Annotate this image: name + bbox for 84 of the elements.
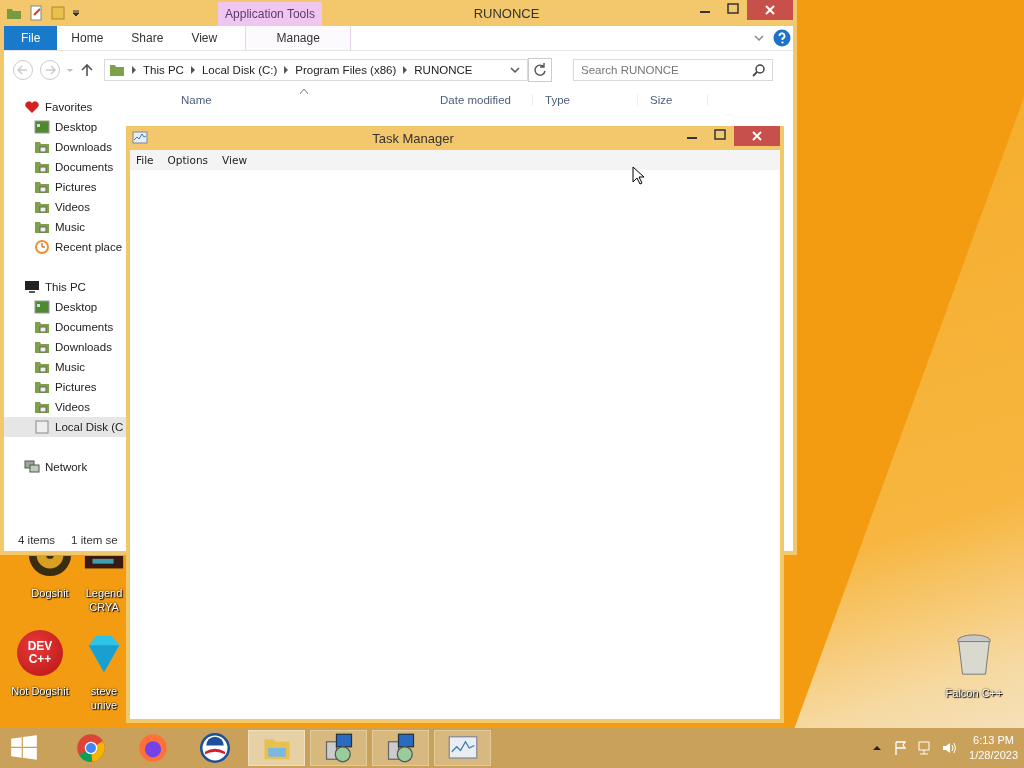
help-icon[interactable] (773, 29, 791, 47)
nav-item[interactable]: Documents (4, 317, 126, 337)
close-button[interactable] (734, 126, 780, 146)
nav-item[interactable]: Desktop (4, 117, 126, 137)
menu-item[interactable]: File (136, 154, 154, 166)
up-arrow-icon[interactable] (79, 62, 95, 78)
installer-icon (385, 733, 416, 763)
nav-item[interactable]: This PC (4, 277, 126, 297)
window-title: RUNONCE (473, 5, 540, 21)
folder-icon (34, 319, 50, 335)
nav-item[interactable]: Music (4, 217, 126, 237)
installer-icon (323, 733, 354, 763)
column-header[interactable]: Date modified (428, 94, 533, 106)
column-header[interactable]: Type (533, 94, 638, 106)
address-bar[interactable]: This PC Local Disk (C:) Program Files (x86) RUNONCE (104, 59, 528, 81)
dropdown-caret-icon[interactable] (72, 9, 80, 17)
ribbon-tab[interactable]: View (177, 26, 232, 50)
nav-item[interactable]: Music (4, 357, 126, 377)
nav-item[interactable]: Downloads (4, 137, 126, 157)
column-header[interactable]: Size (638, 94, 708, 106)
chart-window-icon (132, 130, 148, 146)
breadcrumb-item[interactable]: This PC (143, 64, 184, 76)
menu-item[interactable]: Options (167, 154, 209, 166)
chevron-icon[interactable] (402, 66, 409, 74)
desktop-icon (34, 119, 50, 135)
properties-icon[interactable] (28, 5, 44, 21)
nav-item[interactable]: Desktop (4, 297, 126, 317)
desktop-icon (34, 299, 50, 315)
taskbar-app[interactable] (310, 730, 367, 766)
nav-item[interactable]: Recent place (4, 237, 126, 257)
nav-item[interactable]: Local Disk (C (4, 417, 126, 437)
clock-icon (34, 239, 50, 255)
ribbon-tab[interactable]: Share (117, 26, 178, 50)
nav-item[interactable]: Favorites (4, 97, 126, 117)
search-field[interactable]: Search RUNONCE (573, 59, 773, 81)
nav-item[interactable]: Network (4, 457, 126, 477)
chrome-icon (75, 733, 106, 763)
heart-icon (24, 99, 40, 115)
round-emblem-icon (199, 733, 230, 763)
clock-date: 1/28/2023 (969, 748, 1018, 763)
nav-item[interactable]: Documents (4, 157, 126, 177)
chevron-icon[interactable] (189, 66, 196, 74)
nav-item[interactable]: Downloads (4, 337, 126, 357)
folder-icon (34, 219, 50, 235)
folder-icon (34, 359, 50, 375)
file-tab[interactable]: File (4, 26, 58, 50)
nav-item[interactable]: Videos (4, 197, 126, 217)
folder-icon (34, 339, 50, 355)
folder-icon (34, 199, 50, 215)
status-text: 1 item se (71, 534, 118, 546)
taskbar-app[interactable] (372, 730, 429, 766)
clock-time: 6:13 PM (973, 733, 1014, 748)
window-title: Task Manager (371, 130, 455, 146)
folder-icon (34, 159, 50, 175)
folder-icon (34, 379, 50, 395)
breadcrumb-item[interactable]: RUNONCE (414, 64, 473, 76)
close-button[interactable] (747, 0, 793, 20)
nav-item[interactable]: Pictures (4, 377, 126, 397)
chevron-icon[interactable] (283, 66, 290, 74)
contextual-tab-group: Application Tools (218, 2, 322, 26)
logo-text: DEV C++ (26, 640, 54, 666)
chevron-icon[interactable] (131, 66, 137, 74)
windows-start-icon[interactable] (10, 734, 38, 762)
search-icon (751, 62, 767, 78)
menu-item[interactable]: View (222, 154, 247, 166)
nav-item[interactable]: Pictures (4, 177, 126, 197)
folder-icon (34, 139, 50, 155)
ribbon-tab[interactable]: Home (57, 26, 118, 50)
folder-icon (109, 62, 125, 78)
dev-cpp-logo[interactable]: DEV C++ (17, 630, 63, 676)
breadcrumb-item[interactable]: Program Files (x86) (295, 64, 397, 76)
folder-icon (34, 399, 50, 415)
volume-icon[interactable] (941, 740, 958, 756)
nav-item[interactable]: Videos (4, 397, 126, 417)
breadcrumb-item[interactable]: Local Disk (C:) (201, 64, 278, 76)
column-header[interactable]: Name (169, 94, 428, 106)
folder-icon (34, 179, 50, 195)
refresh-button[interactable] (528, 58, 552, 82)
network-icon (24, 459, 40, 475)
monitor-icon (24, 279, 40, 295)
sort-caret-icon (300, 89, 308, 94)
firefox-icon (137, 733, 168, 763)
status-text: 4 items (18, 534, 56, 546)
drive-icon (34, 419, 50, 435)
